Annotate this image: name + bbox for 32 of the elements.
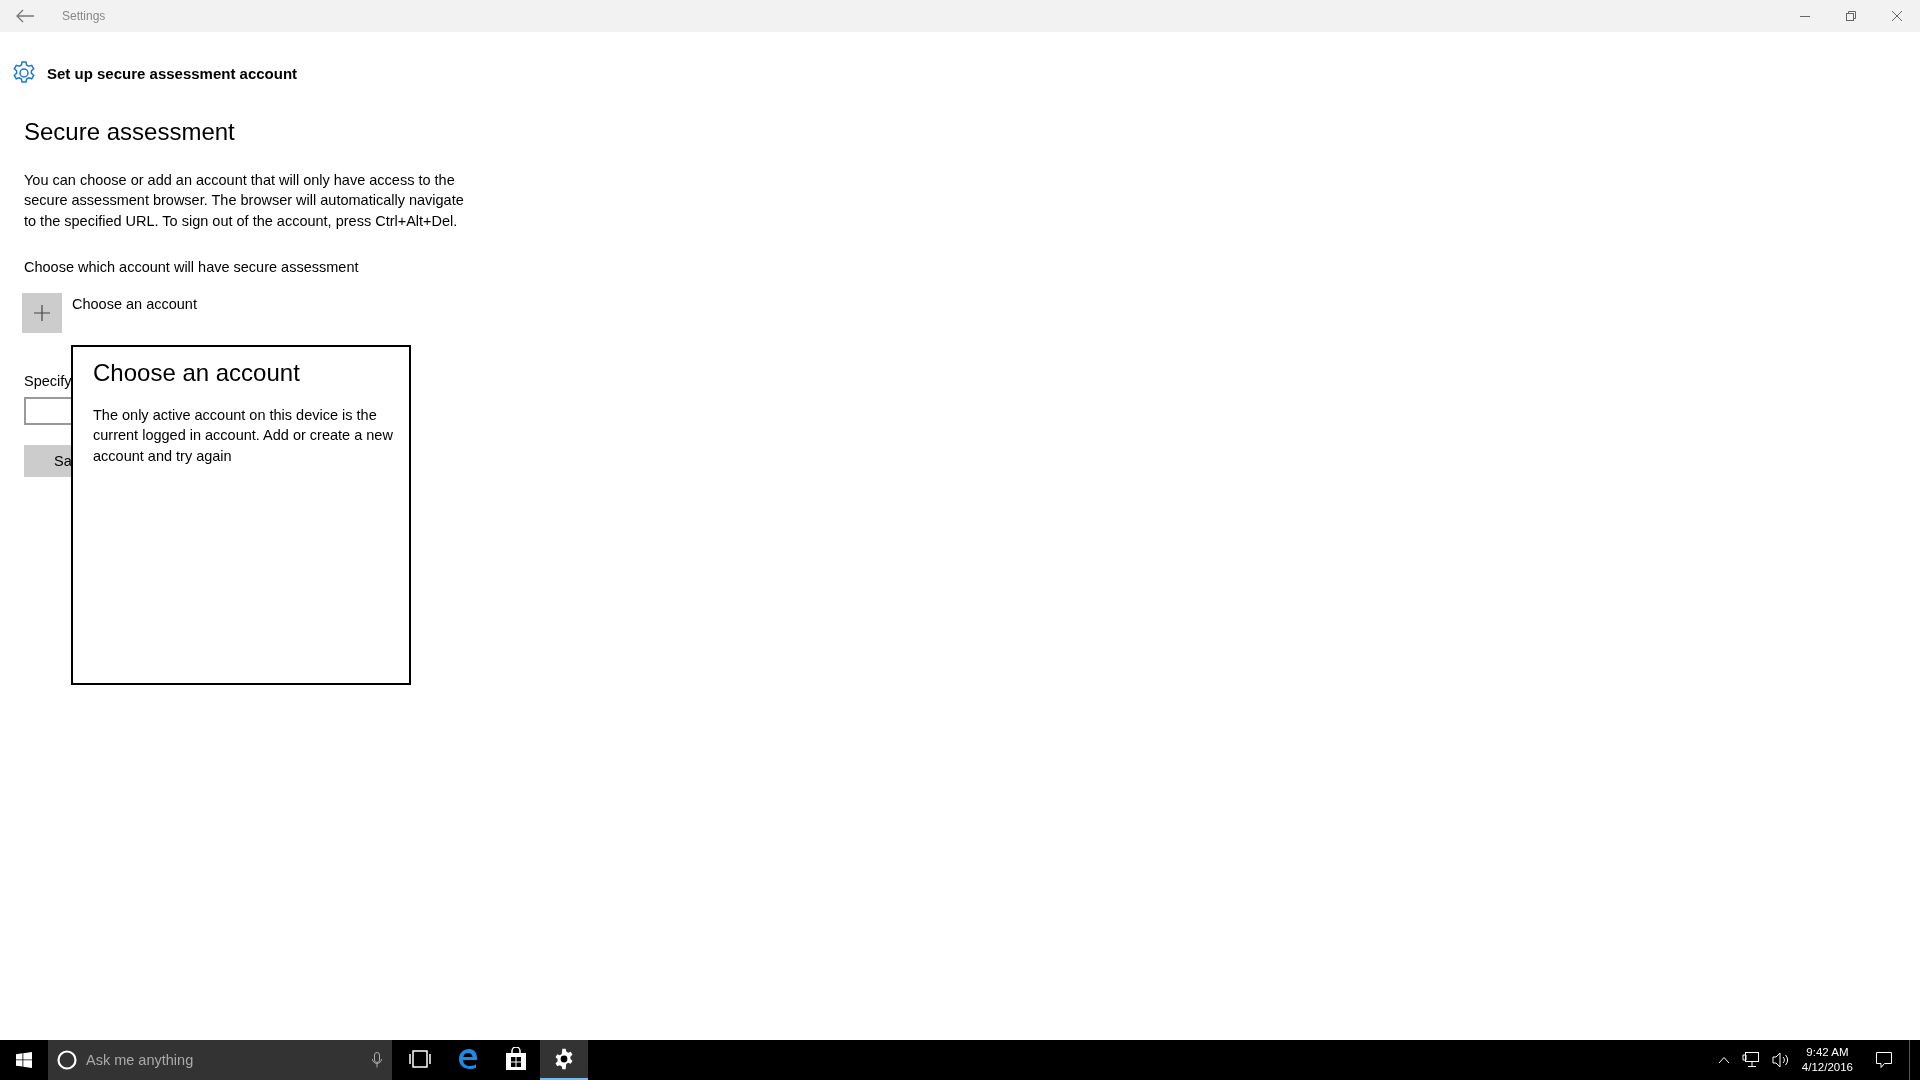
section-heading: Secure assessment [24,118,236,146]
store-bag-icon [505,1047,527,1071]
window-title: Settings [62,9,106,23]
settings-icon [553,1048,575,1070]
settings-icon [11,60,37,86]
back-arrow-icon[interactable] [14,8,36,24]
network-icon[interactable] [1741,1052,1760,1068]
search-circle-icon [56,1049,78,1071]
browser-e-icon [457,1048,479,1070]
windows-logo-icon [16,1052,32,1068]
page-header: Set up secure assessment account [47,64,298,82]
microphone-icon[interactable] [372,1052,382,1068]
notification-icon[interactable] [1875,1051,1893,1069]
clock-time: 9:42 AM [1806,1045,1849,1060]
task-view-icon [409,1050,431,1068]
dialog-title: Choose an account [93,359,301,387]
add-account-label[interactable]: Choose an account [72,295,197,333]
dialog-message: The only active account on this device is the current logged in account. Add or create a new account and try again [93,406,394,466]
url-label: Specify [24,372,72,389]
restore-icon [1845,10,1857,22]
chevron-up-icon[interactable] [1717,1056,1730,1064]
account-label: Choose which account will have secure assessment [24,258,360,275]
plus-icon [34,304,50,321]
taskbar-app-button[interactable] [540,1040,588,1080]
description-text: You can choose or add an account that will only have access to the secure assessment browser. The browser will automatically navigate to the specified URL. To sign out of the account, press Ctrl+Alt+Del. [24,171,464,231]
clock[interactable]: 9:42 AM 4/12/2016 [1801,1045,1853,1075]
search-box[interactable]: Ask me anything [48,1040,392,1080]
add-account-button[interactable] [22,292,62,333]
search-field[interactable]: Ask me anything [86,1052,364,1068]
clock-date: 4/12/2016 [1801,1060,1853,1075]
close-icon [1891,10,1903,22]
speaker-icon[interactable] [1771,1052,1790,1068]
